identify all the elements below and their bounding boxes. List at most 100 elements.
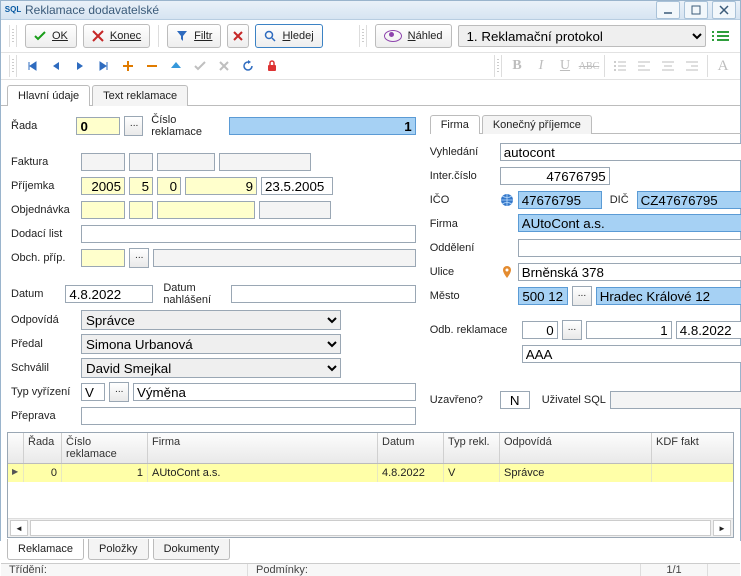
maximize-button[interactable] [684,1,708,19]
remove-button[interactable] [141,56,163,76]
inter-input[interactable] [500,167,610,185]
underline-button[interactable]: U [554,56,576,76]
cancel-button[interactable] [213,56,235,76]
align-center-button[interactable] [657,56,679,76]
italic-button[interactable]: I [530,56,552,76]
list-ul-button[interactable] [609,56,631,76]
vyhledani-input[interactable] [500,143,741,161]
btab-reklamace[interactable]: Reklamace [7,539,84,560]
hledej-button[interactable]: Hledej [255,24,322,48]
refresh-button[interactable] [237,56,259,76]
datum-input[interactable] [65,285,153,303]
tab-firma[interactable]: Firma [430,115,480,134]
strike-button[interactable]: ABC [578,56,600,76]
oddeleni-input[interactable] [518,239,741,257]
btab-dokumenty[interactable]: Dokumenty [153,539,231,560]
faktura-b[interactable] [129,153,153,171]
rada-input[interactable] [76,117,120,135]
btab-polozky[interactable]: Položky [88,539,149,560]
konec-button[interactable]: Konec [83,24,150,48]
list-toggle-button[interactable] [712,26,734,46]
cislo-input[interactable] [229,117,416,135]
align-left-button[interactable] [633,56,655,76]
obj-d[interactable] [259,201,331,219]
confirm-button[interactable] [189,56,211,76]
obch-picker[interactable]: ··· [129,248,149,268]
ok-button[interactable]: OK [25,24,77,48]
obch-b[interactable] [153,249,416,267]
prijemka-rok[interactable] [81,177,125,195]
faktura-a[interactable] [81,153,125,171]
firma-input[interactable] [518,214,741,232]
tab-hlavni[interactable]: Hlavní údaje [7,85,90,106]
col-rada[interactable]: Řada [24,433,62,463]
add-button[interactable] [117,56,139,76]
col-marker[interactable] [8,433,24,463]
col-datum[interactable]: Datum [378,433,444,463]
scroll-left-icon[interactable]: ◄ [10,520,28,536]
ulice-input[interactable] [518,263,741,281]
uzavreno-input[interactable] [500,391,530,409]
col-odpovida[interactable]: Odpovídá [500,433,652,463]
faktura-d[interactable] [219,153,311,171]
minimize-button[interactable] [656,1,680,19]
odpovida-select[interactable]: Správce [81,310,341,330]
tab-text[interactable]: Text reklamace [92,85,188,106]
odb-c[interactable] [522,345,741,363]
uzivatel-input[interactable] [610,391,741,409]
preprava-input[interactable] [81,407,416,425]
typ-txt[interactable] [133,383,416,401]
lock-button[interactable] [261,56,283,76]
align-right-button[interactable] [681,56,703,76]
faktura-c[interactable] [157,153,215,171]
col-kdf[interactable]: KDF fakt [652,433,712,463]
prijemka-b[interactable] [157,177,181,195]
obj-a[interactable] [81,201,125,219]
col-cislo[interactable]: Číslo reklamace [62,433,148,463]
odb-datum[interactable] [676,321,741,339]
first-button[interactable] [21,56,43,76]
odb-a[interactable] [522,321,558,339]
odb-picker[interactable]: ··· [562,320,582,340]
rada-picker[interactable]: ··· [124,116,143,136]
psc-input[interactable] [518,287,568,305]
mesto-input[interactable] [596,287,741,305]
template-select[interactable]: 1. Reklamační protokol [458,25,706,47]
prev-button[interactable] [45,56,67,76]
ico-input[interactable] [518,191,602,209]
typ-picker[interactable]: ··· [109,382,129,402]
next-button[interactable] [69,56,91,76]
last-button[interactable] [93,56,115,76]
obj-c[interactable] [157,201,255,219]
prijemka-a[interactable] [129,177,153,195]
col-typ[interactable]: Typ rekl. [444,433,500,463]
predal-select[interactable]: Simona Urbanová [81,334,341,354]
tab-konecny[interactable]: Konečný příjemce [482,115,592,134]
schvalil-select[interactable]: David Smejkal [81,358,341,378]
filtr-button[interactable]: Filtr [167,24,221,48]
nahlaseni-input[interactable] [231,285,416,303]
psc-picker[interactable]: ··· [572,286,592,306]
bold-button[interactable]: B [506,56,528,76]
obch-a[interactable] [81,249,125,267]
resize-grip[interactable] [708,564,740,576]
filtr-clear-button[interactable] [227,24,249,48]
dodaci-input[interactable] [81,225,416,243]
typ-kod[interactable] [81,383,105,401]
table-row[interactable]: ▶ 0 1 AUtoCont a.s. 4.8.2022 V Správce [8,464,733,482]
col-firma[interactable]: Firma [148,433,378,463]
obj-b[interactable] [129,201,153,219]
scroll-right-icon[interactable]: ► [713,520,731,536]
odb-b[interactable] [586,321,672,339]
prijemka-datum[interactable] [261,177,333,195]
dic-input[interactable] [637,191,741,209]
scroll-track[interactable] [30,520,711,536]
pin-icon[interactable] [500,265,514,279]
prijemka-c[interactable] [185,177,257,195]
h-scrollbar[interactable]: ◄ ► [8,518,733,537]
globe-icon[interactable] [500,193,514,207]
up-button[interactable] [165,56,187,76]
font-button[interactable]: A [712,56,734,76]
close-button[interactable] [712,1,736,19]
nahled-button[interactable]: Náhled [375,24,452,48]
